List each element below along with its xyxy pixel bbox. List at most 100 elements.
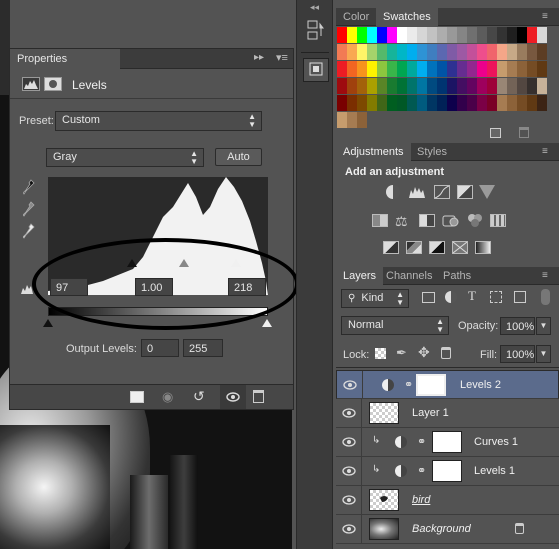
layer-thumbnail[interactable] <box>369 402 399 424</box>
tab-color[interactable]: Color <box>336 8 376 26</box>
delete-swatch-icon[interactable] <box>519 127 529 138</box>
swatch[interactable] <box>357 61 367 77</box>
swatch[interactable] <box>447 27 457 43</box>
swatch[interactable] <box>457 44 467 60</box>
properties-tab[interactable]: Properties <box>10 49 120 69</box>
swatch[interactable] <box>447 95 457 111</box>
layer-row-levels-2[interactable]: ⚭ Levels 2 <box>336 370 559 400</box>
fill-dropdown-icon[interactable]: ▼ <box>536 345 551 363</box>
adjustment-filter-icon[interactable] <box>445 291 457 303</box>
panel-menu-icon[interactable]: ≡ <box>542 270 548 281</box>
selective-color-icon[interactable] <box>452 241 468 254</box>
gray-point-eyedropper-icon[interactable] <box>22 201 35 217</box>
swatch[interactable] <box>417 61 427 77</box>
layer-name[interactable]: Curves 1 <box>474 436 518 448</box>
swatch[interactable] <box>487 61 497 77</box>
swatch[interactable] <box>507 61 517 77</box>
swatch[interactable] <box>387 27 397 43</box>
swatch[interactable] <box>337 78 347 94</box>
swatch[interactable] <box>537 27 547 43</box>
swatch[interactable] <box>517 78 527 94</box>
layer-row-background[interactable]: Background <box>336 515 559 544</box>
swatch[interactable] <box>347 95 357 111</box>
swatch[interactable] <box>457 95 467 111</box>
layer-row-bird[interactable]: bird <box>336 486 559 515</box>
swatch[interactable] <box>417 27 427 43</box>
visibility-eye-icon[interactable] <box>336 399 362 428</box>
channel-dropdown[interactable]: Gray ▲ ▼ <box>46 148 204 167</box>
history-icon[interactable] <box>307 20 325 42</box>
swatch[interactable] <box>347 27 357 43</box>
swatch[interactable] <box>477 95 487 111</box>
layer-row-levels-1[interactable]: ↳ ⚭ Levels 1 <box>336 457 559 486</box>
layer-filter-kind-dropdown[interactable]: ⚲ Kind ▲ ▼ <box>341 289 409 308</box>
swatch[interactable] <box>367 95 377 111</box>
layer-thumbnail[interactable] <box>369 489 399 511</box>
swatch[interactable] <box>427 78 437 94</box>
tab-layers[interactable]: Layers <box>336 267 384 285</box>
swatch[interactable] <box>347 112 357 128</box>
tab-styles[interactable]: Styles <box>410 143 454 161</box>
swatch[interactable] <box>437 78 447 94</box>
swatch[interactable] <box>397 27 407 43</box>
swatch[interactable] <box>447 61 457 77</box>
photo-filter-icon[interactable] <box>442 213 460 228</box>
swatch[interactable] <box>367 61 377 77</box>
swatch[interactable] <box>387 78 397 94</box>
panel-menu-icon[interactable]: ≡ <box>542 146 548 157</box>
visibility-eye-icon[interactable] <box>336 515 362 544</box>
swatch[interactable] <box>507 78 517 94</box>
mask-link-icon[interactable]: ⚭ <box>417 435 426 448</box>
swatch[interactable] <box>337 61 347 77</box>
layer-name[interactable]: Background <box>412 523 471 535</box>
swatch[interactable] <box>437 27 447 43</box>
layer-row-curves-1[interactable]: ↳ ⚭ Curves 1 <box>336 428 559 457</box>
layer-mask-thumbnail[interactable] <box>432 431 462 453</box>
visibility-eye-icon[interactable] <box>336 486 362 515</box>
swatch[interactable] <box>407 44 417 60</box>
tab-adjustments[interactable]: Adjustments <box>336 143 411 161</box>
swatch[interactable] <box>407 27 417 43</box>
swatch[interactable] <box>437 61 447 77</box>
swatch[interactable] <box>417 78 427 94</box>
color-lookup-icon[interactable] <box>490 214 506 227</box>
swatch[interactable] <box>457 78 467 94</box>
lock-all-icon[interactable] <box>441 347 451 359</box>
swatch[interactable] <box>417 95 427 111</box>
swatch[interactable] <box>427 27 437 43</box>
swatch[interactable] <box>377 95 387 111</box>
output-white-field[interactable]: 255 <box>183 339 223 357</box>
layer-name[interactable]: Levels 1 <box>474 465 515 477</box>
posterize-icon[interactable] <box>406 241 422 254</box>
output-black-slider[interactable] <box>43 319 53 327</box>
swatch[interactable] <box>357 95 367 111</box>
swatch[interactable] <box>437 95 447 111</box>
swatch[interactable] <box>537 78 547 94</box>
swatch[interactable] <box>487 44 497 60</box>
swatch[interactable] <box>417 44 427 60</box>
swatch[interactable] <box>347 61 357 77</box>
swatch[interactable] <box>387 44 397 60</box>
swatch[interactable] <box>467 95 477 111</box>
swatch[interactable] <box>527 27 537 43</box>
swatch[interactable] <box>477 78 487 94</box>
swatch[interactable] <box>497 44 507 60</box>
swatch[interactable] <box>377 44 387 60</box>
swatch[interactable] <box>397 78 407 94</box>
collapse-icon[interactable]: ▸▸ <box>254 52 264 63</box>
layer-name[interactable]: Layer 1 <box>412 407 449 419</box>
opacity-field[interactable]: 100% <box>500 317 535 335</box>
lock-transparent-icon[interactable] <box>375 348 386 359</box>
swatch[interactable] <box>507 95 517 111</box>
exposure-icon[interactable] <box>457 185 473 199</box>
lock-image-icon[interactable]: ✒ <box>396 345 407 361</box>
layer-row-layer-1[interactable]: Layer 1 <box>336 399 559 428</box>
fill-field[interactable]: 100% <box>500 345 535 363</box>
swatch[interactable] <box>337 44 347 60</box>
swatch[interactable] <box>427 61 437 77</box>
new-swatch-icon[interactable] <box>490 128 501 138</box>
invert-icon[interactable] <box>383 241 399 254</box>
mask-link-icon[interactable]: ⚭ <box>417 464 426 477</box>
swatch[interactable] <box>357 112 367 128</box>
filter-toggle-icon[interactable] <box>541 289 550 305</box>
